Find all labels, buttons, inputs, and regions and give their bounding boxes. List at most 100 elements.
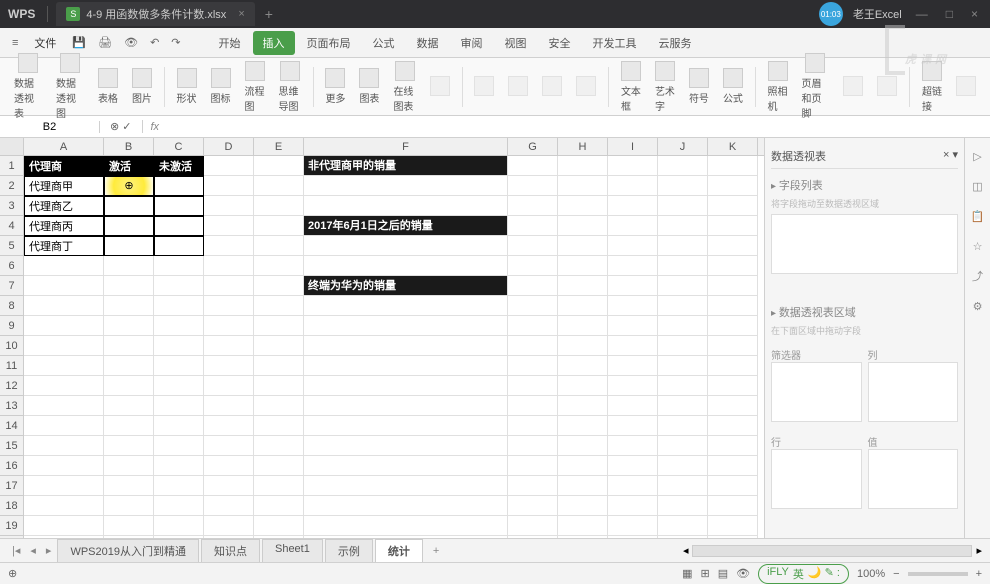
cell-E9[interactable] (254, 316, 304, 336)
cell-B13[interactable] (104, 396, 154, 416)
filter-area[interactable] (771, 362, 862, 422)
cell-I19[interactable] (608, 516, 658, 536)
cell-D6[interactable] (204, 256, 254, 276)
cell-C2[interactable] (154, 176, 204, 196)
cell-B2[interactable]: ⊕ (104, 176, 154, 196)
menu-tab-2[interactable]: 页面布局 (297, 31, 361, 55)
row-header-3[interactable]: 3 (0, 196, 24, 216)
cell-J6[interactable] (658, 256, 708, 276)
ribbon-图标[interactable]: 图标 (205, 66, 237, 107)
menu-tab-4[interactable]: 数据 (407, 31, 449, 55)
next-sheet-icon[interactable]: ▸ (42, 544, 56, 557)
cell-B1[interactable]: 激活 (104, 156, 154, 176)
cell-F8[interactable] (304, 296, 508, 316)
zoom-slider[interactable] (908, 572, 968, 576)
col-header-J[interactable]: J (658, 138, 708, 155)
cell-C15[interactable] (154, 436, 204, 456)
cell-F2[interactable] (304, 176, 508, 196)
row-header-4[interactable]: 4 (0, 216, 24, 236)
cell-E20[interactable] (254, 536, 304, 538)
cell-K7[interactable] (708, 276, 758, 296)
cell-K19[interactable] (708, 516, 758, 536)
cell-G19[interactable] (508, 516, 558, 536)
ribbon-在线图表[interactable]: 在线图表 (387, 59, 421, 115)
cell-G7[interactable] (508, 276, 558, 296)
cell-J7[interactable] (658, 276, 708, 296)
cell-G12[interactable] (508, 376, 558, 396)
cell-I15[interactable] (608, 436, 658, 456)
cell-A4[interactable]: 代理商丙 (24, 216, 104, 236)
cell-A17[interactable] (24, 476, 104, 496)
cell-I12[interactable] (608, 376, 658, 396)
cell-C3[interactable] (154, 196, 204, 216)
cell-D12[interactable] (204, 376, 254, 396)
row-header-17[interactable]: 17 (0, 476, 24, 496)
cell-A14[interactable] (24, 416, 104, 436)
menu-tab-5[interactable]: 审阅 (451, 31, 493, 55)
cell-E18[interactable] (254, 496, 304, 516)
col-header-G[interactable]: G (508, 138, 558, 155)
cell-I11[interactable] (608, 356, 658, 376)
fields-box[interactable] (771, 214, 958, 274)
cell-E6[interactable] (254, 256, 304, 276)
cell-C14[interactable] (154, 416, 204, 436)
save-icon[interactable]: 💾 (68, 36, 90, 49)
cell-H17[interactable] (558, 476, 608, 496)
row-header-16[interactable]: 16 (0, 456, 24, 476)
cell-F7[interactable]: 终端为华为的销量 (304, 276, 508, 296)
cell-D4[interactable] (204, 216, 254, 236)
cell-C6[interactable] (154, 256, 204, 276)
cell-B8[interactable] (104, 296, 154, 316)
cell-I2[interactable] (608, 176, 658, 196)
cell-D19[interactable] (204, 516, 254, 536)
cell-D18[interactable] (204, 496, 254, 516)
cell-A7[interactable] (24, 276, 104, 296)
cell-J4[interactable] (658, 216, 708, 236)
cell-A18[interactable] (24, 496, 104, 516)
cell-C16[interactable] (154, 456, 204, 476)
menu-tab-9[interactable]: 云服务 (649, 31, 702, 55)
cell-C10[interactable] (154, 336, 204, 356)
cell-D13[interactable] (204, 396, 254, 416)
cell-A19[interactable] (24, 516, 104, 536)
close-tab-icon[interactable]: × (238, 8, 244, 20)
cell-E8[interactable] (254, 296, 304, 316)
cell-F11[interactable] (304, 356, 508, 376)
zoom-in-icon[interactable]: + (976, 568, 982, 580)
cell-A3[interactable]: 代理商乙 (24, 196, 104, 216)
cell-D9[interactable] (204, 316, 254, 336)
cell-E4[interactable] (254, 216, 304, 236)
cell-C8[interactable] (154, 296, 204, 316)
cell-G3[interactable] (508, 196, 558, 216)
row-header-19[interactable]: 19 (0, 516, 24, 536)
cell-C1[interactable]: 未激活 (154, 156, 204, 176)
cell-K16[interactable] (708, 456, 758, 476)
cell-I20[interactable] (608, 536, 658, 538)
cell-B12[interactable] (104, 376, 154, 396)
cell-A12[interactable] (24, 376, 104, 396)
cell-G4[interactable] (508, 216, 558, 236)
cell-D8[interactable] (204, 296, 254, 316)
preview-icon[interactable]: 👁 (120, 36, 142, 49)
cell-G17[interactable] (508, 476, 558, 496)
undo-icon[interactable]: ↶ (146, 36, 163, 49)
sheet-tab-2[interactable]: Sheet1 (262, 539, 323, 562)
cell-J12[interactable] (658, 376, 708, 396)
cell-G1[interactable] (508, 156, 558, 176)
cell-K11[interactable] (708, 356, 758, 376)
col-header-D[interactable]: D (204, 138, 254, 155)
cell-K9[interactable] (708, 316, 758, 336)
cell-H6[interactable] (558, 256, 608, 276)
cell-E14[interactable] (254, 416, 304, 436)
row-header-20[interactable]: 20 (0, 536, 24, 538)
ribbon-符号[interactable]: 符号 (683, 66, 715, 107)
ribbon-item23[interactable] (871, 74, 903, 100)
cell-C19[interactable] (154, 516, 204, 536)
row-header-9[interactable]: 9 (0, 316, 24, 336)
cell-D7[interactable] (204, 276, 254, 296)
cell-K13[interactable] (708, 396, 758, 416)
cell-B10[interactable] (104, 336, 154, 356)
cell-A2[interactable]: 代理商甲 (24, 176, 104, 196)
spreadsheet-grid[interactable]: ABCDEFGHIJK 1234567891011121314151617181… (0, 138, 764, 538)
cell-A8[interactable] (24, 296, 104, 316)
